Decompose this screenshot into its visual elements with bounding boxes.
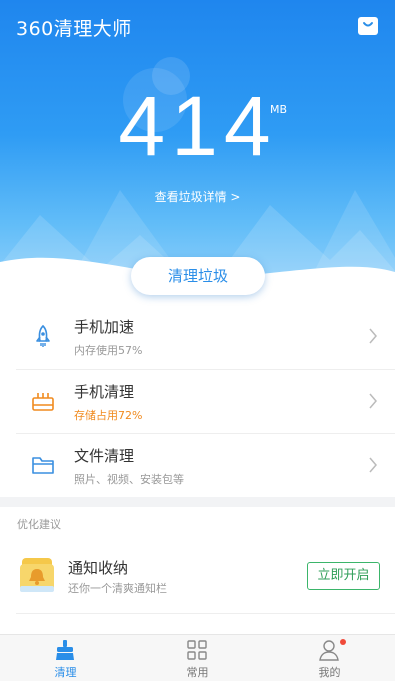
tab-label: 清理 <box>54 666 77 679</box>
grid-icon <box>187 640 207 660</box>
feature-subtitle: 照片、视频、安装包等 <box>74 473 184 486</box>
shopping-bag-icon[interactable] <box>357 14 379 36</box>
tab-common[interactable]: 常用 <box>132 635 263 681</box>
hero-panel: 360清理大师 414 MB 查看垃圾详情 > <box>0 0 395 300</box>
feature-title: 文件清理 <box>74 447 135 465</box>
app-title: 360清理大师 <box>16 18 132 40</box>
section-gap <box>0 497 395 507</box>
junk-size-unit: MB <box>270 103 288 116</box>
chevron-right-icon <box>369 393 377 409</box>
chevron-right-icon <box>369 457 377 473</box>
feature-row-phone-speedup[interactable]: 手机加速 内存使用57% <box>0 304 395 368</box>
enable-now-button[interactable]: 立即开启 <box>307 562 380 590</box>
feature-subtitle: 内存使用57% <box>74 344 143 357</box>
bottom-tab-bar: 清理 常用 我的 <box>0 634 395 681</box>
tab-label: 我的 <box>318 666 341 679</box>
divider <box>16 613 395 614</box>
suggestions-section-label: 优化建议 <box>17 518 61 531</box>
folder-icon <box>32 457 54 474</box>
feature-row-phone-clean[interactable]: 手机清理 存储占用72% <box>0 369 395 433</box>
person-icon <box>319 640 339 661</box>
notification-badge <box>340 639 346 645</box>
broom-icon <box>56 640 74 660</box>
tab-label: 常用 <box>186 666 209 679</box>
feature-row-file-clean[interactable]: 文件清理 照片、视频、安装包等 <box>0 433 395 497</box>
chevron-right-icon <box>369 328 377 344</box>
notification-collect-title: 通知收纳 <box>68 559 129 577</box>
storage-icon <box>32 393 54 411</box>
clean-junk-button[interactable]: 清理垃圾 <box>131 257 265 295</box>
tab-clean[interactable]: 清理 <box>0 635 131 681</box>
feature-subtitle: 存储占用72% <box>74 409 143 422</box>
notification-collect-subtitle: 还你一个清爽通知栏 <box>68 582 167 595</box>
feature-title: 手机加速 <box>74 318 135 336</box>
junk-size-value: 414 <box>118 79 277 173</box>
rocket-icon <box>36 324 50 347</box>
notification-bell-icon <box>20 558 54 592</box>
feature-title: 手机清理 <box>74 383 135 401</box>
tab-mine[interactable]: 我的 <box>264 635 395 681</box>
junk-detail-link[interactable]: 查看垃圾详情 > <box>0 188 395 205</box>
